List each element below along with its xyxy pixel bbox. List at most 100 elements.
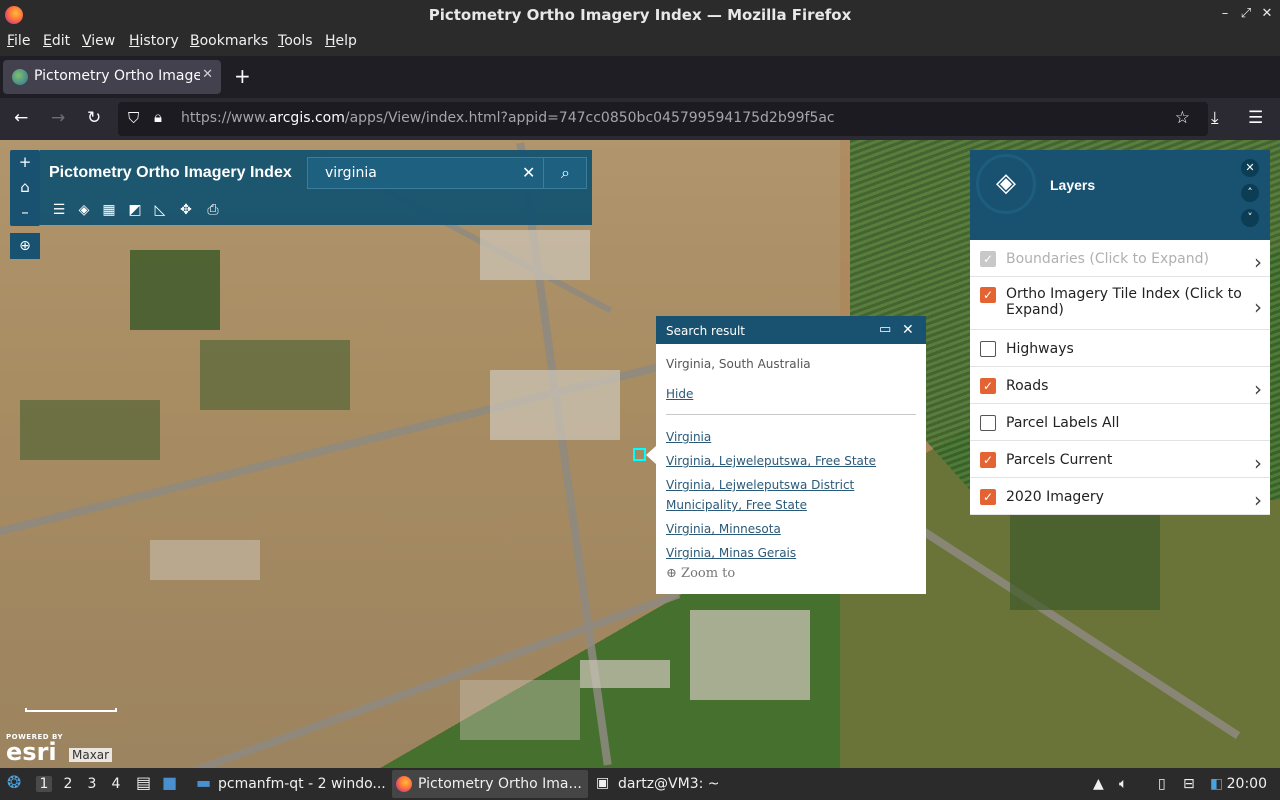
- url-bar[interactable]: ⛉ 🔒︎ https://www.arcgis.com/apps/View/in…: [118, 102, 1208, 136]
- network-icon[interactable]: ⊟: [1183, 776, 1195, 792]
- layer-checkbox[interactable]: ✓: [980, 452, 996, 468]
- maximize-button[interactable]: ⤢: [1238, 6, 1254, 21]
- workspace-1[interactable]: 1: [36, 776, 52, 792]
- layer-label: Highways: [1006, 341, 1074, 357]
- tab-active[interactable]: Pictometry Ortho Imager ✕: [3, 60, 221, 94]
- search-result-marker[interactable]: [633, 448, 646, 461]
- chevron-up-icon[interactable]: ˄: [1241, 184, 1259, 202]
- clear-search-icon[interactable]: ✕: [522, 163, 535, 182]
- layer-checkbox[interactable]: ✓: [980, 489, 996, 505]
- search-icon[interactable]: ⌕: [543, 158, 587, 188]
- hide-link[interactable]: Hide: [666, 384, 916, 404]
- layer-label: Ortho Imagery Tile Index (Click to Expan…: [1006, 286, 1242, 318]
- menu-view[interactable]: View: [82, 33, 115, 49]
- back-arrow-icon[interactable]: ←: [14, 108, 28, 128]
- close-window-button[interactable]: ✕: [1259, 6, 1275, 21]
- minimize-button[interactable]: –: [1217, 6, 1233, 21]
- url-text[interactable]: https://www.arcgis.com/apps/View/index.h…: [181, 110, 835, 126]
- zoom-out-button[interactable]: –: [10, 200, 40, 225]
- zoom-to-button[interactable]: ⊕︎ Zoom to: [666, 566, 735, 581]
- layer-label: Parcel Labels All: [1006, 415, 1120, 431]
- close-icon[interactable]: ✕: [902, 322, 914, 338]
- print-icon[interactable]: ⎙: [204, 202, 222, 218]
- search-value[interactable]: virginia: [325, 165, 377, 181]
- workspace-2[interactable]: 2: [60, 776, 76, 792]
- taskbar-item-terminal[interactable]: ▣ dartz@VM3: ~: [592, 770, 742, 798]
- result-link[interactable]: Virginia, Minas Gerais: [666, 543, 916, 563]
- tray-arrow-icon[interactable]: ▲: [1093, 776, 1104, 792]
- zoom-in-button[interactable]: +: [10, 150, 40, 175]
- desktop-icon[interactable]: ■: [162, 773, 177, 792]
- layer-label: Roads: [1006, 378, 1049, 394]
- layer-checkbox[interactable]: ✓: [980, 287, 996, 303]
- layer-row[interactable]: ✓ Roads ›: [970, 367, 1270, 404]
- layers-icon[interactable]: ◈: [75, 202, 93, 218]
- tab-label: Pictometry Ortho Imager: [34, 68, 200, 84]
- legend-list-icon[interactable]: ☰: [50, 202, 68, 218]
- file-manager-icon[interactable]: ▤: [136, 773, 151, 792]
- green-plot: [130, 250, 220, 330]
- updates-icon[interactable]: ◧: [1210, 776, 1223, 792]
- measure-icon[interactable]: ◺: [151, 202, 169, 218]
- shield-icon[interactable]: ⛉: [128, 109, 139, 127]
- maxar-attribution: Maxar: [69, 748, 113, 762]
- layer-row[interactable]: ✓ Boundaries (Click to Expand) ›: [970, 240, 1270, 277]
- result-link[interactable]: Virginia, Lejweleputswa, Free State: [666, 451, 916, 471]
- chevron-right-icon[interactable]: ›: [1254, 488, 1262, 512]
- building-block: [490, 370, 620, 440]
- basemap-gallery-icon[interactable]: ▦: [100, 202, 118, 218]
- workspace-3[interactable]: 3: [84, 776, 100, 792]
- chevron-right-icon[interactable]: ›: [1254, 451, 1262, 475]
- taskbar-item-firefox[interactable]: Pictometry Ortho Ima...: [392, 770, 588, 798]
- menu-file[interactable]: File: [7, 33, 30, 49]
- tab-close-icon[interactable]: ✕: [202, 67, 213, 82]
- building-block: [580, 660, 670, 688]
- bookmark-star-icon[interactable]: ☆: [1175, 108, 1190, 128]
- menu-bookmarks[interactable]: Bookmarks: [190, 33, 268, 49]
- app-title: Pictometry Ortho Imagery Index: [49, 164, 292, 181]
- home-icon[interactable]: ⌂: [10, 175, 40, 200]
- result-link[interactable]: Virginia, Lejweleputswa District Municip…: [666, 475, 916, 515]
- layer-row[interactable]: ✓ Parcels Current ›: [970, 441, 1270, 478]
- clipboard-icon[interactable]: ▯: [1158, 776, 1166, 792]
- chevron-down-icon[interactable]: ˅: [1241, 209, 1259, 227]
- layer-row[interactable]: Highways: [970, 330, 1270, 367]
- layer-row[interactable]: Parcel Labels All: [970, 404, 1270, 441]
- menu-tools[interactable]: Tools: [278, 33, 313, 49]
- close-panel-icon[interactable]: ✕: [1241, 159, 1259, 177]
- result-link[interactable]: Virginia: [666, 427, 916, 447]
- locate-icon[interactable]: ⊕: [10, 233, 40, 259]
- search-result-popup: Search result ▭ ✕ Virginia, South Austra…: [656, 316, 926, 594]
- layer-checkbox[interactable]: [980, 415, 996, 431]
- swipe-icon[interactable]: ◩: [126, 202, 144, 218]
- download-icon[interactable]: ⤓: [1211, 108, 1219, 128]
- chevron-right-icon[interactable]: ›: [1254, 377, 1262, 401]
- layer-row[interactable]: ✓ 2020 Imagery ›: [970, 478, 1270, 515]
- reload-icon[interactable]: ↻: [87, 108, 101, 128]
- search-input[interactable]: virginia ✕ ⌕: [307, 157, 587, 189]
- layer-row[interactable]: ✓ Ortho Imagery Tile Index (Click to Expa…: [970, 277, 1270, 330]
- tab-strip: Pictometry Ortho Imager ✕ +: [0, 56, 1280, 98]
- lock-icon[interactable]: 🔒︎: [154, 108, 162, 126]
- result-link[interactable]: Virginia, Minnesota: [666, 519, 916, 539]
- chevron-right-icon[interactable]: ›: [1254, 250, 1262, 274]
- hamburger-menu-icon[interactable]: ☰: [1248, 108, 1263, 128]
- esri-logo[interactable]: POWERED BY esri: [6, 733, 63, 764]
- start-menu-icon[interactable]: ❂: [7, 773, 21, 793]
- layer-checkbox[interactable]: ✓: [980, 251, 996, 267]
- maximize-icon[interactable]: ▭: [879, 322, 891, 337]
- workspace-4[interactable]: 4: [108, 776, 124, 792]
- layer-checkbox[interactable]: [980, 341, 996, 357]
- taskbar-item-pcmanfm[interactable]: ▬ pcmanfm-qt - 2 windo...: [192, 770, 388, 798]
- pan-icon[interactable]: ✥: [177, 202, 195, 218]
- menu-history[interactable]: History: [129, 33, 179, 49]
- window-titlebar: Pictometry Ortho Imagery Index — Mozilla…: [0, 0, 1280, 30]
- menu-edit[interactable]: Edit: [43, 33, 70, 49]
- new-tab-button[interactable]: +: [234, 64, 251, 88]
- forward-arrow-icon[interactable]: →: [51, 108, 65, 128]
- volume-icon[interactable]: 🔈︎: [1119, 776, 1127, 792]
- building-block: [150, 540, 260, 580]
- layer-checkbox[interactable]: ✓: [980, 378, 996, 394]
- menu-help[interactable]: Help: [325, 33, 357, 49]
- chevron-right-icon[interactable]: ›: [1254, 295, 1262, 319]
